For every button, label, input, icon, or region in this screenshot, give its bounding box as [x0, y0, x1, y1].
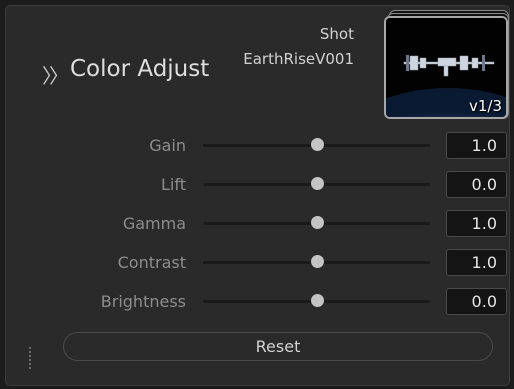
- panel-title: Color Adjust: [70, 56, 210, 82]
- shot-label: Shot: [319, 25, 354, 43]
- slider-row-gamma: Gamma 1.0: [6, 208, 509, 247]
- slider-knob[interactable]: [310, 294, 324, 307]
- slider-knob[interactable]: [310, 255, 324, 268]
- color-adjust-panel: 〉〉 Color Adjust Shot EarthRiseV001 v1/3 …: [5, 5, 510, 386]
- panel-header: 〉〉 Color Adjust Shot EarthRiseV001 v1/3: [6, 6, 509, 124]
- shot-name: EarthRiseV001: [243, 50, 354, 68]
- shot-thumbnail[interactable]: v1/3: [384, 16, 508, 119]
- slider-knob[interactable]: [310, 177, 324, 190]
- slider-label: Gain: [149, 136, 186, 155]
- value-field[interactable]: 0.0: [446, 288, 507, 315]
- version-badge: v1/3: [468, 97, 502, 115]
- slider-label: Brightness: [100, 292, 186, 311]
- resize-grip-icon[interactable]: [29, 347, 31, 369]
- double-chevron-right-icon[interactable]: 〉〉: [42, 60, 69, 89]
- slider-label: Gamma: [122, 214, 186, 233]
- value-field[interactable]: 1.0: [446, 132, 507, 159]
- slider-label: Lift: [161, 175, 186, 194]
- value-field[interactable]: 1.0: [446, 210, 507, 237]
- value-field[interactable]: 1.0: [446, 249, 507, 276]
- slider-row-brightness: Brightness 0.0: [6, 286, 509, 325]
- slider-row-contrast: Contrast 1.0: [6, 247, 509, 286]
- slider-row-lift: Lift 0.0: [6, 169, 509, 208]
- reset-button[interactable]: Reset: [63, 332, 493, 361]
- value-field[interactable]: 0.0: [446, 171, 507, 198]
- slider-label: Contrast: [117, 253, 186, 272]
- slider-knob[interactable]: [310, 138, 324, 151]
- adjustment-sliders: Gain 1.0 Lift 0.0 Gamma 1.0 Contrast 1.0…: [6, 130, 509, 325]
- slider-knob[interactable]: [310, 216, 324, 229]
- slider-row-gain: Gain 1.0: [6, 130, 509, 169]
